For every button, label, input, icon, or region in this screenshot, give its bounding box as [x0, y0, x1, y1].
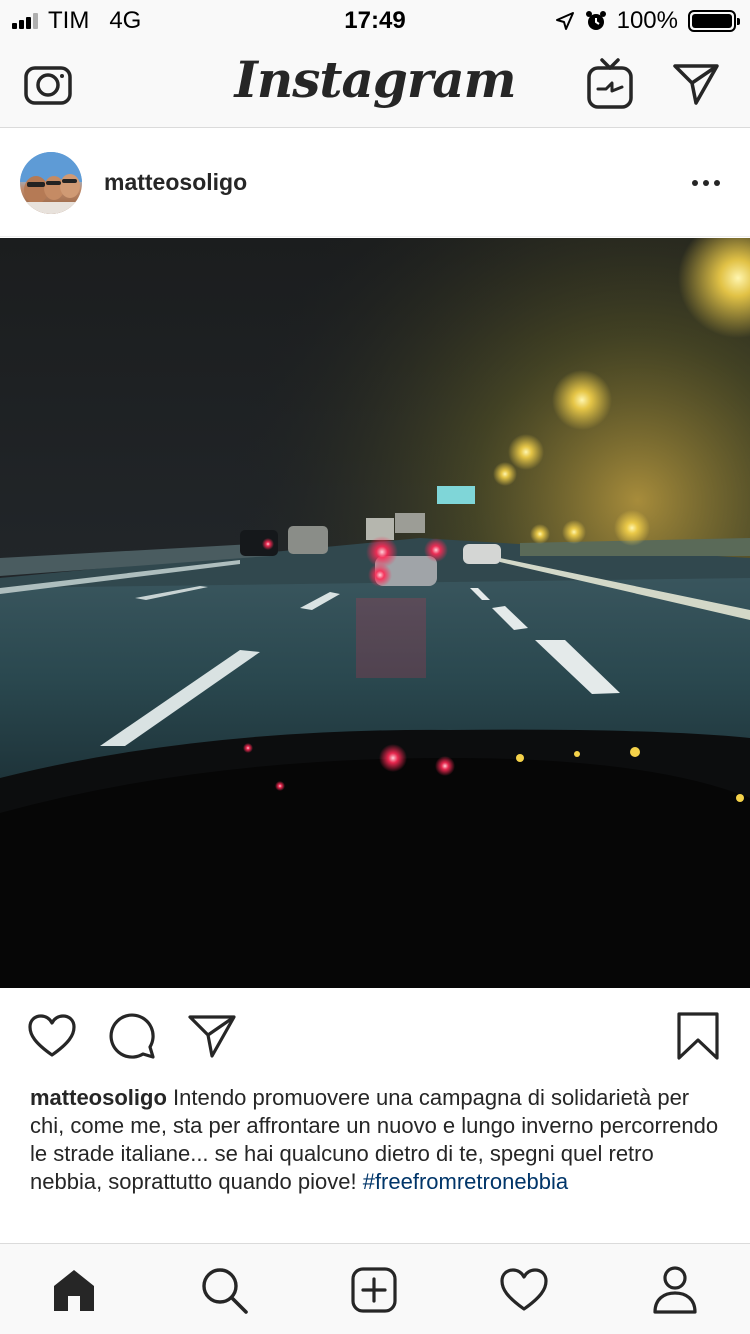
caption-hashtag[interactable]: #freefromretronebbia: [363, 1169, 568, 1194]
like-icon[interactable]: [24, 1008, 80, 1064]
search-icon[interactable]: [196, 1262, 252, 1318]
post-username[interactable]: matteosoligo: [104, 169, 247, 196]
post-caption: matteosoligo Intendo promuovere una camp…: [30, 1084, 720, 1196]
app-header: Instagram: [0, 40, 750, 128]
post-actions: [0, 988, 750, 1084]
bottom-nav: [0, 1243, 750, 1334]
more-options-icon[interactable]: [686, 163, 726, 203]
night-highway-photo: [0, 238, 750, 988]
activity-icon[interactable]: [496, 1262, 552, 1318]
add-post-icon[interactable]: [346, 1262, 402, 1318]
battery-percent: 100%: [616, 7, 678, 34]
share-icon[interactable]: [184, 1008, 240, 1064]
status-right: 100%: [555, 7, 740, 35]
battery-fill: [692, 14, 732, 28]
home-icon[interactable]: [46, 1262, 102, 1318]
battery-icon: [688, 10, 740, 32]
post-photo[interactable]: [0, 238, 750, 988]
profile-icon[interactable]: [647, 1262, 703, 1318]
alarm-clock-icon: [585, 11, 606, 30]
location-arrow-icon: [555, 12, 574, 30]
bookmark-icon[interactable]: [670, 1008, 726, 1064]
caption-username[interactable]: matteosoligo: [30, 1085, 167, 1110]
avatar[interactable]: [20, 152, 82, 214]
post-header: matteosoligo: [0, 129, 750, 237]
comment-icon[interactable]: [104, 1008, 160, 1064]
direct-message-icon[interactable]: [668, 56, 724, 112]
igtv-icon[interactable]: [582, 56, 638, 112]
status-bar: TIM 4G 17:49 100%: [0, 0, 750, 40]
